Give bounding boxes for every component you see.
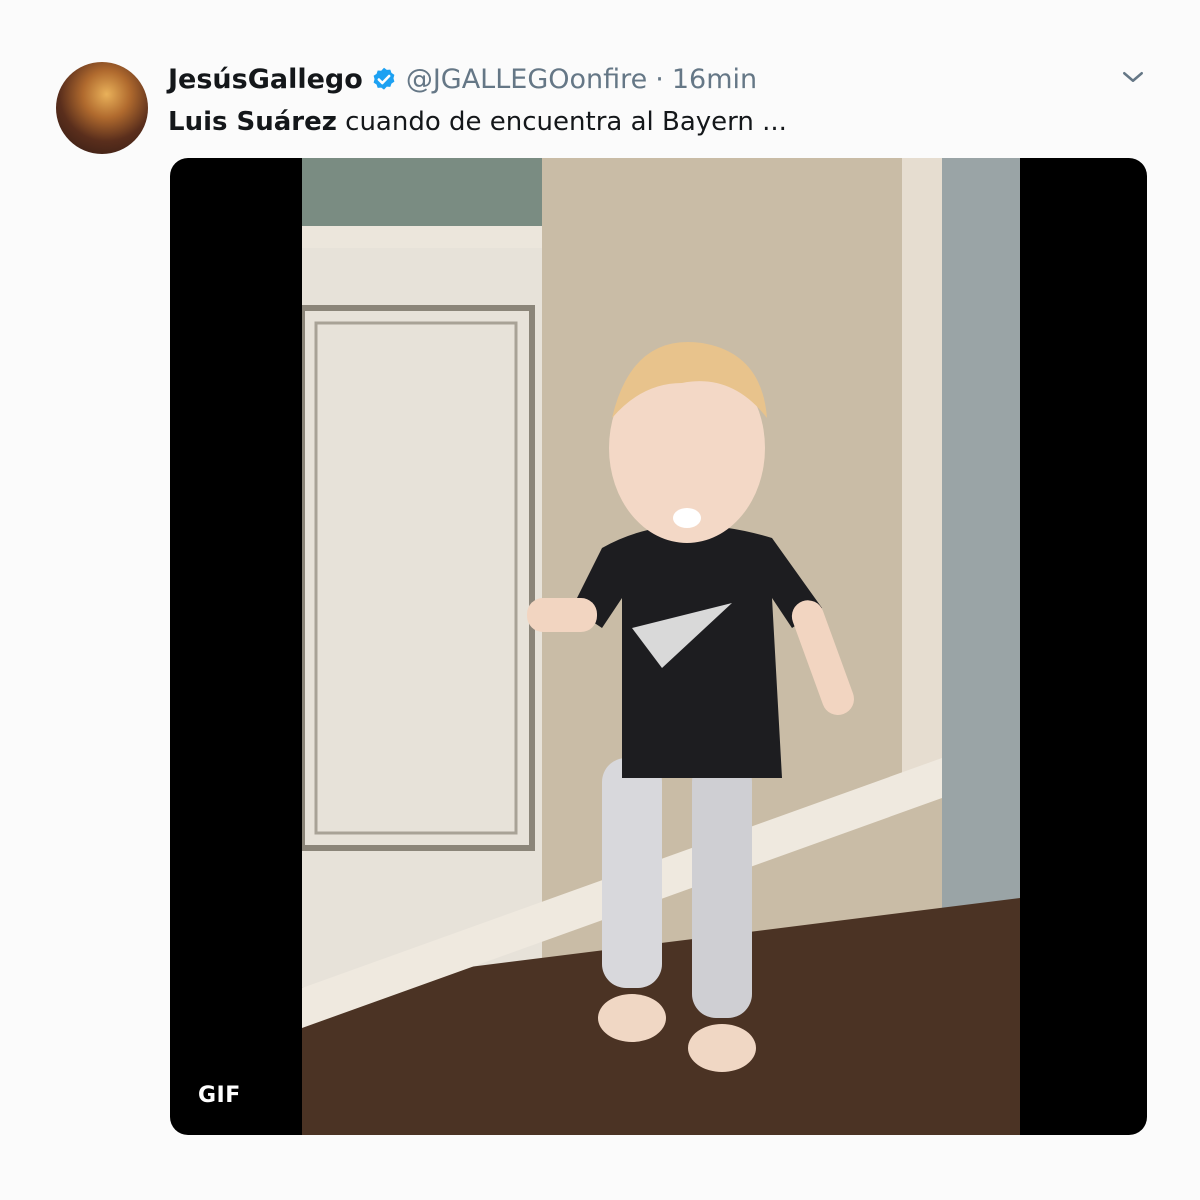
tweet-text: Luis Suárez cuando de encuentra al Bayer… (168, 104, 787, 140)
gif-frame[interactable] (302, 158, 1020, 1135)
tweet-mention: Luis Suárez (168, 107, 337, 137)
gif-badge: GIF (198, 1083, 241, 1108)
separator-dot: · (655, 64, 664, 95)
avatar[interactable] (56, 62, 148, 154)
tweet-header: JesúsGallego @JGALLEGOonfire · 16min (168, 62, 757, 98)
timestamp[interactable]: 16min (672, 62, 757, 98)
gif-media[interactable]: GIF (170, 158, 1147, 1135)
author-name[interactable]: JesúsGallego (168, 62, 363, 98)
chevron-down-icon[interactable] (1118, 62, 1148, 92)
author-handle[interactable]: @JGALLEGOonfire (406, 62, 647, 98)
tweet-body: cuando de encuentra al Bayern ... (336, 107, 787, 137)
verified-badge-icon (373, 67, 395, 90)
